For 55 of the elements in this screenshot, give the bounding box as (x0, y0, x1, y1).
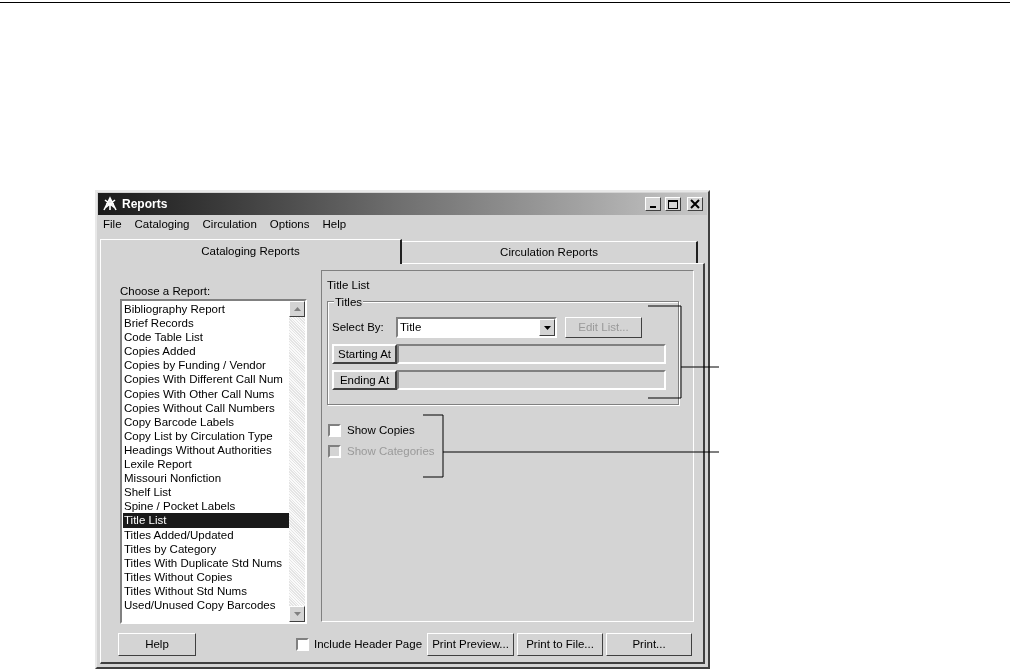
list-item[interactable]: Titles With Duplicate Std Nums (123, 555, 289, 570)
checkbox[interactable] (296, 638, 309, 651)
list-item[interactable]: Copies With Different Call Num (123, 372, 289, 387)
list-item[interactable]: Titles by Category (123, 541, 289, 556)
checkbox-label: Show Copies (347, 422, 415, 438)
list-item[interactable]: Titles Without Std Nums (123, 583, 289, 598)
menu-item[interactable]: Cataloging (134, 216, 190, 234)
menu-item[interactable]: Help (322, 216, 347, 234)
field-label: Select By: (332, 319, 385, 335)
list-item[interactable]: Used/Unused Copy Barcodes (123, 597, 289, 613)
range-input-field[interactable] (397, 370, 666, 390)
list-item[interactable]: Copy List by Circulation Type (123, 428, 289, 443)
list-item[interactable]: Spine / Pocket Labels (123, 499, 289, 514)
close-button[interactable] (687, 197, 703, 211)
list-item[interactable]: Copies Added (123, 344, 289, 359)
menu-item[interactable]: File (103, 216, 122, 234)
print-button[interactable]: Print... (606, 633, 693, 656)
list-item[interactable]: Missouri Nonfiction (123, 471, 289, 486)
list-item[interactable]: Shelf List (123, 485, 289, 500)
app-icon (102, 196, 118, 212)
maximize-button[interactable] (665, 197, 681, 211)
print-button[interactable]: Print Preview... (427, 633, 515, 656)
menu-item[interactable]: Circulation (202, 216, 257, 234)
help-button[interactable]: Help (118, 633, 196, 656)
list-item[interactable]: Code Table List (123, 330, 289, 345)
list-item[interactable]: Headings Without Authorities (123, 442, 289, 458)
list-item[interactable]: Copy Barcode Labels (123, 414, 289, 429)
list-item[interactable]: Bibliography Report (123, 302, 289, 317)
select-by-dropdown[interactable]: Title (396, 317, 557, 338)
checkbox-label: Show Categories (347, 443, 435, 459)
list-item[interactable]: Copies Without Call Numbers (123, 400, 289, 415)
checkbox-label: Include Header Page (314, 636, 423, 652)
list-label: Choose a Report: (120, 284, 212, 299)
range-input-field[interactable] (397, 344, 666, 364)
scroll-bar[interactable] (289, 301, 305, 622)
list-item[interactable]: Lexile Report (123, 457, 289, 472)
list-item[interactable]: Title List (123, 513, 289, 528)
checkbox[interactable] (328, 424, 341, 437)
range-button[interactable]: Ending At (332, 370, 397, 390)
range-button[interactable]: Starting At (332, 344, 397, 364)
close-icon (690, 199, 700, 209)
list-item[interactable]: Copies by Funding / Vendor (123, 358, 289, 373)
tab[interactable]: Cataloging Reports (100, 239, 402, 264)
minimize-button[interactable] (645, 197, 661, 211)
tab[interactable]: Circulation Reports (402, 241, 698, 263)
panel-title: Title List (327, 278, 371, 293)
minimize-icon (650, 206, 656, 208)
maximize-icon (668, 199, 678, 209)
list-item[interactable]: Copies With Other Call Nums (123, 386, 289, 401)
print-button[interactable]: Print to File... (517, 633, 604, 656)
list-item[interactable]: Brief Records (123, 316, 289, 331)
menu-item[interactable]: Options (269, 216, 310, 234)
list-item[interactable]: Titles Added/Updated (123, 527, 289, 542)
list-item[interactable]: Titles Without Copies (123, 569, 289, 584)
window-title: Reports (122, 196, 169, 213)
